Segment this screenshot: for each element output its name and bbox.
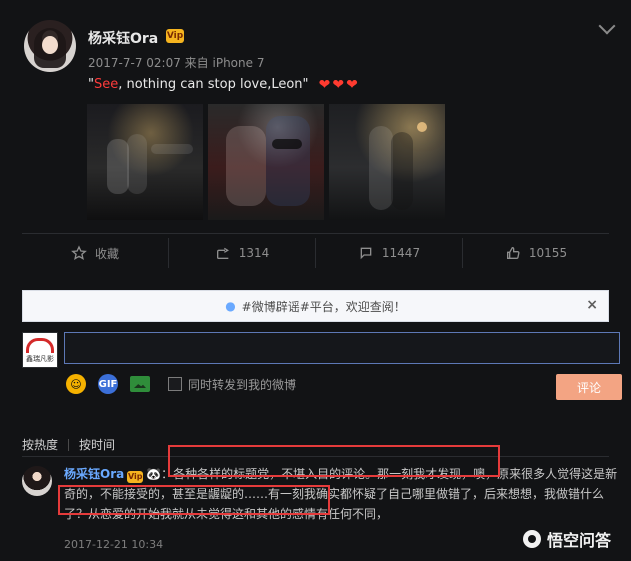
- comment-text: 杨采钰Ora Vip 🐼：各种各样的标题党，不堪入目的评论。那一刻我才发现，噢，原来…: [64, 464, 620, 524]
- comment-author-avatar[interactable]: [22, 466, 52, 496]
- sort-separator: [68, 438, 70, 451]
- photo-silhouette: [369, 126, 393, 210]
- sunglasses-icon: [272, 139, 302, 149]
- sort-by-hot[interactable]: 按热度: [22, 436, 58, 453]
- submit-comment-button[interactable]: 评论: [556, 374, 622, 400]
- notice-text[interactable]: #微博辟谣#平台，欢迎查阅！: [242, 298, 406, 315]
- weibo-post-screenshot: 杨采钰Ora Vip 2017-7-7 02:07 来自 iPhone 7 "S…: [0, 0, 631, 561]
- post-divider: [22, 233, 609, 234]
- rumor-notice-bar[interactable]: ● #微博辟谣#平台，欢迎查阅！ ×: [22, 290, 609, 322]
- comment-action[interactable]: 11447: [316, 238, 463, 268]
- post-text: "See, nothing can stop love,Leon" ❤❤❤: [88, 77, 360, 93]
- post-photo-3[interactable]: [329, 104, 445, 220]
- wukong-watermark: 悟空问答: [522, 527, 611, 551]
- street-lamp-icon: [417, 122, 427, 132]
- like-action[interactable]: 10155: [463, 238, 609, 268]
- close-icon[interactable]: ×: [586, 297, 598, 313]
- comment-divider: [22, 456, 609, 457]
- chevron-down-icon[interactable]: [598, 17, 616, 35]
- hearts-icon: ❤❤❤: [318, 77, 360, 93]
- comment-sort-tabs: 按热度 按时间: [22, 436, 115, 453]
- emoji-icon[interactable]: ☺: [66, 374, 86, 394]
- post-action-bar: 收藏 1314 11447 10155: [22, 238, 609, 268]
- repost-to-weibo-label: 同时转发到我的微博: [188, 377, 297, 392]
- photo-silhouette: [127, 134, 147, 194]
- repost-count: 1314: [238, 246, 270, 260]
- photo-silhouette: [151, 144, 193, 154]
- comment-author-name[interactable]: 杨采钰Ora: [64, 467, 124, 481]
- comment-count: 11447: [381, 246, 421, 260]
- photo-silhouette: [107, 139, 129, 194]
- like-count: 10155: [528, 246, 568, 260]
- comment-input-box[interactable]: [64, 332, 631, 364]
- favorite-label: 收藏: [94, 246, 119, 261]
- wukong-logo-icon: [522, 530, 541, 548]
- author-avatar[interactable]: [24, 20, 76, 72]
- comment-vip-badge: Vip: [127, 471, 144, 483]
- favorite-action[interactable]: 收藏: [22, 238, 169, 268]
- repost-to-weibo-checkbox[interactable]: 同时转发到我的微博: [168, 376, 296, 393]
- sort-by-time[interactable]: 按时间: [79, 436, 115, 453]
- panda-icon: 🐼: [146, 467, 162, 481]
- photo-silhouette: [266, 116, 310, 206]
- author-username[interactable]: 杨采钰Ora: [88, 28, 158, 48]
- post-text-rest: , nothing can stop love,Leon": [118, 77, 309, 92]
- watermark-text: 悟空问答: [546, 531, 611, 550]
- brand-logo-icon: [26, 338, 54, 353]
- photo-silhouette: [226, 126, 266, 206]
- lightbulb-icon: ●: [225, 299, 236, 313]
- post-meta: 2017-7-7 02:07 来自 iPhone 7: [88, 56, 265, 70]
- composer-avatar-caption: 鑫瑞凡影: [26, 355, 54, 363]
- checkbox-box[interactable]: [168, 377, 182, 391]
- gif-icon[interactable]: GIF: [98, 374, 118, 394]
- comment-input[interactable]: [65, 333, 631, 363]
- comment-icon: [358, 245, 374, 261]
- repost-action[interactable]: 1314: [169, 238, 316, 268]
- comment-timestamp: 2017-12-21 10:34: [64, 538, 164, 551]
- thumb-up-icon: [505, 245, 521, 261]
- photo-silhouette: [391, 132, 413, 210]
- avatar-face: [42, 36, 58, 54]
- star-icon: [71, 245, 87, 261]
- vip-badge: Vip: [166, 29, 184, 43]
- composer-avatar: 鑫瑞凡影: [22, 332, 58, 368]
- composer-tools: ☺ GIF 同时转发到我的微博: [66, 374, 296, 394]
- post-text-highlight: See: [93, 77, 119, 92]
- post-photo-2[interactable]: [208, 104, 324, 220]
- share-icon: [215, 245, 231, 261]
- image-icon[interactable]: [130, 376, 150, 392]
- post-photo-1[interactable]: [87, 104, 203, 220]
